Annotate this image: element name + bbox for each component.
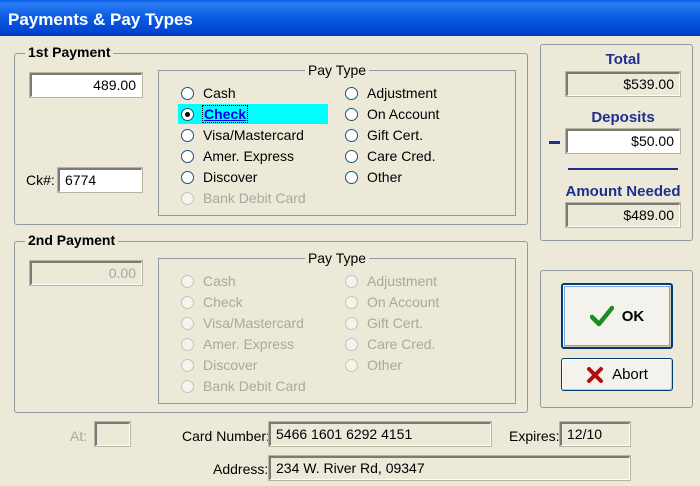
deposits-label: Deposits [591,109,655,126]
subtotal-line [568,168,678,170]
second-radio-gift-cert[interactable]: Gift Cert. [344,313,423,333]
address-field: 234 W. River Rd, 09347 [268,455,631,481]
first-radio-amer-express[interactable]: Amer. Express [180,146,294,166]
radio-label: Visa/Mastercard [203,127,304,143]
amount-needed-label: Amount Needed [565,183,681,200]
radio-indicator [345,358,358,372]
total-label: Total [605,51,641,68]
second-radio-cash[interactable]: Cash [180,271,236,291]
radio-indicator [181,379,194,393]
radio-indicator [181,107,194,121]
radio-label: Gift Cert. [367,315,424,331]
second-radio-care-cred[interactable]: Care Cred. [344,334,435,354]
radio-indicator [181,337,194,351]
radio-indicator [345,149,358,163]
radio-indicator [181,316,194,330]
address-label: Address: [213,461,269,477]
radio-label: On Account [367,106,440,122]
radio-label: Cash [203,273,236,289]
at-field[interactable] [94,421,131,447]
ok-button[interactable]: OK [561,283,673,349]
card-number-label: Card Number: [182,428,270,444]
radio-indicator [181,86,194,100]
radio-indicator [181,170,194,184]
second-radio-adjustment[interactable]: Adjustment [344,271,437,291]
second-radio-bank-debit-card[interactable]: Bank Debit Card [180,376,306,396]
first-radio-discover[interactable]: Discover [180,167,257,187]
radio-indicator [181,295,194,309]
expires-field: 12/10 [559,421,631,447]
first-radio-check[interactable]: Check [178,104,328,124]
radio-indicator [345,316,358,330]
second-pay-type-title: Pay Type [304,250,370,266]
radio-label: Adjustment [367,273,438,289]
radio-indicator [181,128,194,142]
radio-label: Check [203,294,243,310]
radio-label: On Account [367,294,440,310]
radio-label: Care Cred. [367,148,436,164]
second-radio-on-account[interactable]: On Account [344,292,439,312]
second-radio-other[interactable]: Other [344,355,402,375]
first-radio-on-account[interactable]: On Account [344,104,439,124]
checkmark-icon [589,305,614,327]
radio-label: Adjustment [367,85,438,101]
first-radio-adjustment[interactable]: Adjustment [344,83,437,103]
check-number-field[interactable]: 6774 [57,167,143,193]
radio-label: Bank Debit Card [203,378,306,394]
radio-indicator [345,86,358,100]
radio-label: Amer. Express [203,336,295,352]
minus-sign-icon [549,141,560,144]
first-radio-bank-debit-card: Bank Debit Card [180,188,306,208]
radio-indicator [181,274,194,288]
radio-label: Gift Cert. [367,127,424,143]
x-icon [586,366,604,384]
second-radio-check[interactable]: Check [180,292,243,312]
first-pay-type-title: Pay Type [304,62,370,78]
ok-button-label: OK [621,307,645,325]
radio-indicator [345,170,358,184]
amount-needed-field: $489.00 [565,202,681,228]
abort-button[interactable]: Abort [561,358,673,391]
check-number-label: Ck#: [26,172,55,188]
window-title-bar[interactable]: Payments & Pay Types [0,0,700,36]
second-payment-title: 2nd Payment [25,232,119,248]
radio-indicator [345,337,358,351]
first-payment-title: 1st Payment [25,44,114,60]
radio-indicator [345,107,358,121]
window-title: Payments & Pay Types [8,10,193,29]
radio-label: Care Cred. [367,336,436,352]
radio-label: Amer. Express [203,148,295,164]
first-radio-gift-cert[interactable]: Gift Cert. [344,125,423,145]
radio-label: Other [367,357,403,373]
radio-indicator [345,128,358,142]
first-radio-care-cred[interactable]: Care Cred. [344,146,435,166]
second-payment-amount-field[interactable]: 0.00 [29,260,143,286]
deposits-field[interactable]: $50.00 [565,128,681,154]
radio-label: Check [201,105,249,123]
radio-label: Discover [203,169,258,185]
first-radio-visa-mastercard[interactable]: Visa/Mastercard [180,125,304,145]
radio-indicator [345,295,358,309]
card-number-field: 5466 1601 6292 4151 [268,421,492,447]
first-radio-other[interactable]: Other [344,167,402,187]
radio-indicator [181,358,194,372]
radio-label: Cash [203,85,236,101]
first-radio-cash[interactable]: Cash [180,83,236,103]
first-payment-amount-field[interactable]: 489.00 [29,72,143,98]
second-radio-amer-express[interactable]: Amer. Express [180,334,294,354]
total-field: $539.00 [565,71,681,97]
at-label: At: [70,428,88,444]
radio-indicator [181,191,194,205]
radio-indicator [345,274,358,288]
radio-label: Other [367,169,403,185]
radio-label: Discover [203,357,258,373]
second-radio-discover[interactable]: Discover [180,355,257,375]
abort-button-label: Abort [612,366,648,383]
second-radio-visa-mastercard[interactable]: Visa/Mastercard [180,313,304,333]
radio-label: Bank Debit Card [203,190,306,206]
expires-label: Expires: [509,428,560,444]
radio-indicator [181,149,194,163]
radio-label: Visa/Mastercard [203,315,304,331]
